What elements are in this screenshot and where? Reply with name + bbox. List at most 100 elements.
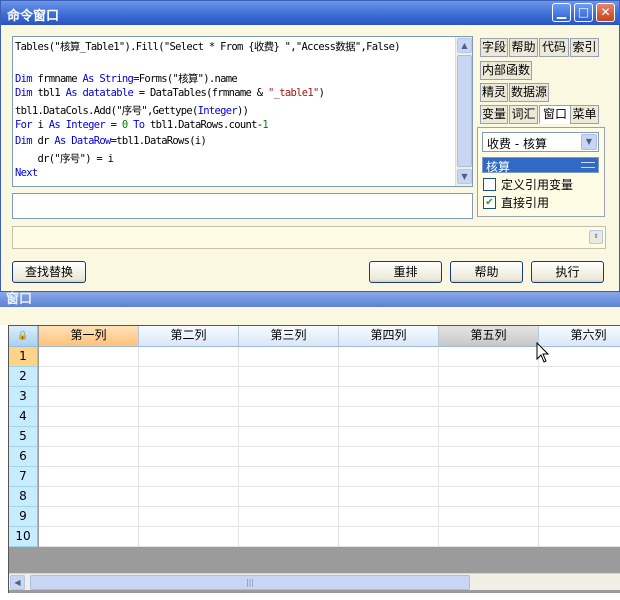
grid-cell[interactable]	[539, 427, 620, 447]
grid-cell[interactable]	[439, 507, 539, 527]
grid-cell[interactable]	[339, 487, 439, 507]
grid-cell[interactable]	[239, 407, 339, 427]
run-button[interactable]: 执行	[531, 261, 604, 283]
row-header[interactable]: 2	[9, 367, 38, 387]
code-line[interactable]: tbl1.DataCols.Add("序号",Gettype(Integer))	[15, 103, 249, 118]
tab-1-tabs-r3[interactable]: 数据源	[509, 83, 549, 102]
grid-cell[interactable]	[539, 367, 620, 387]
column-header[interactable]: 第五列	[439, 326, 539, 347]
editor-vertical-scrollbar[interactable]: ▲ ▼	[455, 37, 472, 186]
direct-ref-checkbox[interactable]: ✔	[483, 196, 496, 209]
grid-cell[interactable]	[139, 467, 239, 487]
grid-cell[interactable]	[139, 527, 239, 547]
grid-cell[interactable]	[239, 527, 339, 547]
grid-cell[interactable]	[339, 447, 439, 467]
grid-cell[interactable]	[239, 507, 339, 527]
code-line[interactable]: Dim frmname As String=Forms("核算").name	[15, 71, 238, 86]
grid-cell[interactable]	[139, 487, 239, 507]
code-line[interactable]: dr("序号") = i	[15, 151, 114, 166]
grid-cell[interactable]	[239, 347, 339, 367]
column-header[interactable]: 第二列	[139, 326, 239, 347]
tab-0-tabs-r2[interactable]: 内部函数	[480, 61, 532, 80]
grid-cell[interactable]	[239, 447, 339, 467]
row-header[interactable]: 7	[9, 467, 38, 487]
form-selector[interactable]: 收费 - 核算 ▼	[482, 132, 599, 152]
grid-cell[interactable]	[139, 427, 239, 447]
tab-0-tabs-r4[interactable]: 变量	[480, 105, 508, 124]
grid-cell[interactable]	[439, 467, 539, 487]
help-button[interactable]: 帮助	[450, 261, 523, 283]
column-header[interactable]: 第六列	[539, 326, 620, 347]
grid-cell[interactable]	[239, 487, 339, 507]
code-line[interactable]: For i As Integer = 0 To tbl1.DataRows.co…	[15, 119, 269, 131]
grid-cell[interactable]	[39, 527, 139, 547]
grid-cell[interactable]	[139, 507, 239, 527]
tab-3-tabs-r1[interactable]: 索引	[570, 38, 599, 57]
tab-1-tabs-r1[interactable]: 帮助	[509, 38, 538, 57]
row-header[interactable]: 3	[9, 387, 38, 407]
grid-cell[interactable]	[339, 467, 439, 487]
grid-cell[interactable]	[139, 367, 239, 387]
code-editor[interactable]: Tables("核算_Table1").Fill("Select * From …	[12, 36, 473, 187]
row-header[interactable]: 6	[9, 447, 38, 467]
grid-cell[interactable]	[239, 427, 339, 447]
grid-cell[interactable]	[539, 467, 620, 487]
code-line[interactable]: Next	[15, 167, 38, 179]
grid-cell[interactable]	[339, 527, 439, 547]
data-window-title-bar[interactable]: 窗口	[0, 292, 620, 307]
code-line[interactable]: Dim dr As DataRow=tbl1.DataRows(i)	[15, 135, 207, 147]
grid-cell[interactable]	[339, 387, 439, 407]
column-header[interactable]: 第四列	[339, 326, 439, 347]
row-header[interactable]: 9	[9, 507, 38, 527]
scroll-left-icon[interactable]: ◀	[10, 575, 25, 590]
grid-cell[interactable]	[539, 387, 620, 407]
data-grid[interactable]: 🔒 第一列 第二列 第三列 第四列 第五列 第六列 1 2 3 4 5 6 7 8 9 10	[8, 325, 620, 593]
tab-0-tabs-r1[interactable]: 字段	[480, 38, 508, 57]
grid-cell[interactable]	[139, 347, 239, 367]
column-header[interactable]: 第三列	[239, 326, 339, 347]
scroll-down-icon[interactable]: ▼	[457, 169, 472, 184]
tab-1-tabs-r4[interactable]: 词汇	[509, 105, 538, 124]
grid-cell[interactable]	[439, 447, 539, 467]
close-icon[interactable]: ✕	[596, 3, 615, 22]
grid-cell[interactable]	[439, 347, 539, 367]
row-header[interactable]: 8	[9, 487, 38, 507]
grid-cell[interactable]	[439, 487, 539, 507]
scroll-thumb[interactable]: |||	[30, 575, 470, 590]
grid-cell[interactable]	[539, 407, 620, 427]
grid-cell[interactable]	[239, 467, 339, 487]
grid-cell[interactable]	[139, 407, 239, 427]
code-line[interactable]: Tables("核算_Table1").Fill("Select * From …	[15, 39, 401, 54]
tab-2-tabs-r4[interactable]: 窗口	[539, 105, 571, 124]
lock-icon[interactable]: 🔒	[9, 326, 38, 347]
code-line[interactable]: Dim tbl1 As datatable = DataTables(frmna…	[15, 87, 325, 99]
grid-cell[interactable]	[339, 347, 439, 367]
grid-cell[interactable]	[439, 527, 539, 547]
grid-cell[interactable]	[539, 507, 620, 527]
grid-cell[interactable]	[39, 427, 139, 447]
grid-cell[interactable]	[139, 387, 239, 407]
spin-icon[interactable]: ⇕	[589, 230, 603, 244]
find-replace-button[interactable]: 查找替换	[12, 261, 86, 283]
grid-horizontal-scrollbar[interactable]: ◀ |||	[9, 573, 620, 590]
grid-cell[interactable]	[39, 447, 139, 467]
command-input[interactable]	[12, 193, 473, 219]
row-header[interactable]: 1	[9, 347, 38, 367]
grid-cell[interactable]	[39, 507, 139, 527]
minimize-icon[interactable]: ▁	[552, 3, 571, 22]
scroll-thumb[interactable]	[457, 55, 472, 167]
tab-3-tabs-r4[interactable]: 菜单	[570, 105, 599, 124]
title-bar[interactable]: 命令窗口 ▁ □ ✕	[1, 1, 619, 25]
grid-cell[interactable]	[39, 367, 139, 387]
tab-2-tabs-r1[interactable]: 代码	[539, 38, 569, 57]
reorder-button[interactable]: 重排	[369, 261, 442, 283]
grid-cell[interactable]	[339, 427, 439, 447]
chevron-down-icon[interactable]: ▼	[581, 134, 597, 150]
row-header[interactable]: 4	[9, 407, 38, 427]
tab-0-tabs-r3[interactable]: 精灵	[480, 83, 508, 102]
grid-cell[interactable]	[139, 447, 239, 467]
grid-cell[interactable]	[539, 447, 620, 467]
scroll-up-icon[interactable]: ▲	[457, 38, 472, 53]
grid-cell[interactable]	[339, 507, 439, 527]
grid-cell[interactable]	[239, 367, 339, 387]
